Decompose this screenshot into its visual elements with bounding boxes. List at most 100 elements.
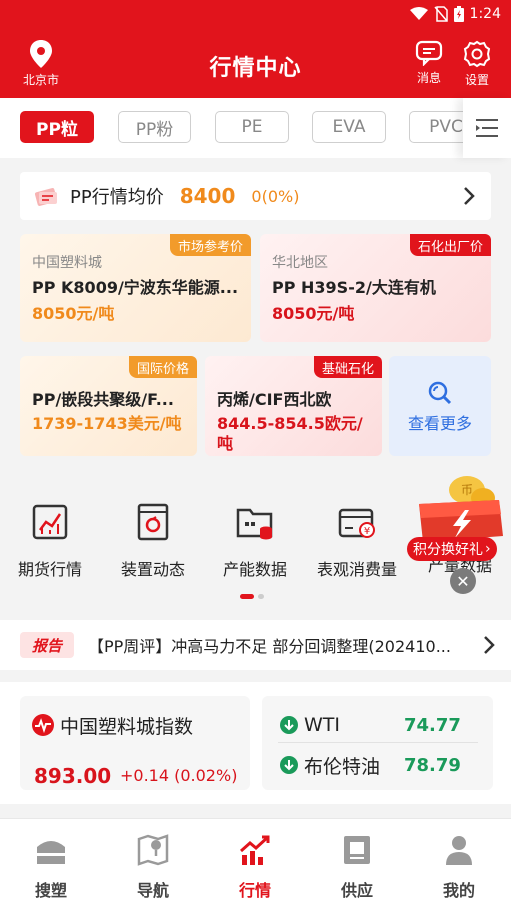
- tab-pp-powder[interactable]: PP粉: [118, 111, 191, 143]
- svg-text:币: 币: [461, 483, 473, 497]
- nav-label: 导航: [136, 881, 169, 900]
- quote-card-international[interactable]: 国际价格 PP/嵌段共聚级/F... 1739-1743美元/吨: [20, 356, 197, 456]
- nav-navigation[interactable]: 导航: [102, 833, 204, 901]
- avg-price-label: PP行情均价: [70, 187, 164, 208]
- chevron-right-icon: ›: [485, 541, 491, 557]
- bottom-nav: 搜塑 导航 行情 供应 我的: [0, 818, 511, 908]
- user-icon: [446, 836, 472, 865]
- quote-tag: 石化出厂价: [409, 234, 491, 256]
- gear-icon: [463, 40, 491, 68]
- report-banner[interactable]: 报告 【PP周评】冲高马力不足 部分回调整理(202410...: [0, 620, 511, 670]
- wallet-yen-icon: ¥: [338, 508, 375, 538]
- quote-region: 中国塑料城: [32, 255, 102, 271]
- map-pin-icon: [137, 834, 169, 866]
- shortcut-label: 期货行情: [17, 560, 82, 579]
- index-title: 中国塑料城指数: [60, 716, 194, 738]
- oil-price-card[interactable]: WTI 74.77 布伦特油 78.79: [262, 696, 493, 790]
- promo-text: 积分换好礼: [413, 542, 483, 558]
- category-tabs: PP粒 PP粉 PE EVA PVC: [0, 98, 511, 158]
- shortcut-label: 产能数据: [222, 560, 287, 579]
- oil-value: 74.77: [404, 714, 461, 736]
- avg-price-bar[interactable]: PP行情均价 8400 0(0%): [20, 172, 491, 220]
- supply-list-icon: [344, 836, 370, 864]
- quote-price: 844.5-854.5欧元/: [217, 414, 363, 433]
- device-icon: [137, 503, 169, 541]
- quote-name: PP H39S-2/大连有机: [272, 278, 436, 297]
- avg-price-value: 8400: [179, 184, 236, 208]
- wifi-icon: [409, 7, 428, 20]
- quote-price: 8050元/吨: [32, 304, 115, 323]
- trend-chart-icon: [240, 835, 270, 865]
- quote-card-market[interactable]: 市场参考价 中国塑料城 PP K8009/宁波东华能源... 8050元/吨: [20, 234, 251, 342]
- arrow-down-icon: [280, 716, 298, 734]
- chevron-right-icon: [464, 187, 475, 205]
- shortcut-futures[interactable]: 期货行情: [0, 502, 100, 580]
- status-bar: 1:24: [409, 6, 501, 22]
- message-icon: [415, 40, 443, 67]
- shortcut-capacity[interactable]: 产能数据: [205, 502, 305, 580]
- quote-card-petrochem[interactable]: 石化出厂价 华北地区 PP H39S-2/大连有机 8050元/吨: [260, 234, 491, 342]
- quote-card-basic-petrochem[interactable]: 基础石化 丙烯/CIF西北欧 844.5-854.5欧元/ 吨: [205, 356, 382, 456]
- battery-charging-icon: [453, 6, 464, 22]
- quote-tag: 基础石化: [313, 356, 382, 378]
- price-tag-icon: [34, 188, 58, 206]
- report-badge: 报告: [20, 632, 74, 658]
- view-more-button[interactable]: 查看更多: [389, 356, 491, 456]
- messages-button[interactable]: 消息: [411, 40, 447, 86]
- shortcut-label: 装置动态: [120, 560, 185, 579]
- chevron-right-icon: [484, 636, 495, 654]
- oil-name: 布伦特油: [304, 755, 381, 778]
- oil-row-wti: WTI 74.77: [280, 710, 480, 740]
- shortcut-label: 表观消费量: [316, 560, 397, 579]
- nav-supply[interactable]: 供应: [306, 833, 408, 901]
- plastics-index-card[interactable]: 中国塑料城指数 893.00 +0.14 (0.02%): [20, 696, 250, 790]
- search-icon: [428, 381, 452, 405]
- category-menu-button[interactable]: [463, 98, 511, 158]
- index-value: 893.00: [34, 764, 112, 788]
- tab-pe[interactable]: PE: [215, 111, 289, 143]
- status-time: 1:24: [469, 6, 501, 22]
- settings-label: 设置: [464, 73, 489, 87]
- avg-price-change: 0(0%): [251, 186, 300, 206]
- page-indicator: [240, 594, 264, 599]
- promo-label[interactable]: 积分换好礼 ›: [407, 537, 497, 561]
- nav-label: 供应: [340, 881, 373, 900]
- quote-price: 1739-1743美元/吨: [32, 414, 182, 433]
- settings-button[interactable]: 设置: [459, 40, 495, 88]
- shortcut-consumption[interactable]: ¥ 表观消费量: [307, 502, 407, 580]
- nav-market[interactable]: 行情: [204, 833, 306, 901]
- quote-region: 华北地区: [272, 255, 328, 271]
- no-sim-icon: [433, 6, 448, 22]
- quote-name: 丙烯/CIF西北欧: [217, 390, 332, 409]
- app-header: 1:24 北京市 行情中心 消息 设置: [0, 0, 511, 98]
- arrow-down-icon: [280, 756, 298, 774]
- quote-price-unit: 吨: [217, 434, 234, 453]
- close-icon[interactable]: ✕: [450, 568, 476, 594]
- tab-eva[interactable]: EVA: [312, 111, 386, 143]
- nav-mine[interactable]: 我的: [408, 833, 510, 901]
- nav-label: 行情: [238, 881, 271, 900]
- page-dot-active: [240, 594, 254, 599]
- quote-price: 8050元/吨: [272, 304, 355, 323]
- list-menu-icon: [476, 119, 498, 137]
- oil-value: 78.79: [404, 754, 461, 776]
- nav-label: 搜塑: [34, 881, 67, 900]
- home-icon: [37, 841, 65, 864]
- shortcut-device[interactable]: 装置动态: [103, 502, 203, 580]
- svg-text:¥: ¥: [364, 526, 370, 537]
- tab-pp-pellet[interactable]: PP粒: [20, 111, 94, 143]
- oil-name: WTI: [304, 714, 340, 736]
- quote-name: PP/嵌段共聚级/F...: [32, 390, 174, 409]
- quote-name: PP K8009/宁波东华能源...: [32, 278, 239, 297]
- messages-label: 消息: [416, 71, 441, 85]
- oil-row-brent: 布伦特油 78.79: [280, 750, 480, 780]
- quote-tag: 国际价格: [128, 356, 197, 378]
- folder-data-icon: [236, 508, 273, 540]
- view-more-label: 查看更多: [407, 414, 472, 433]
- nav-label: 我的: [442, 881, 475, 900]
- divider: [278, 742, 478, 743]
- nav-search-plastics[interactable]: 搜塑: [0, 833, 102, 901]
- futures-chart-icon: [32, 504, 68, 540]
- quote-tag: 市场参考价: [169, 234, 251, 256]
- index-panel: 中国塑料城指数 893.00 +0.14 (0.02%) WTI 74.77 布…: [0, 682, 511, 804]
